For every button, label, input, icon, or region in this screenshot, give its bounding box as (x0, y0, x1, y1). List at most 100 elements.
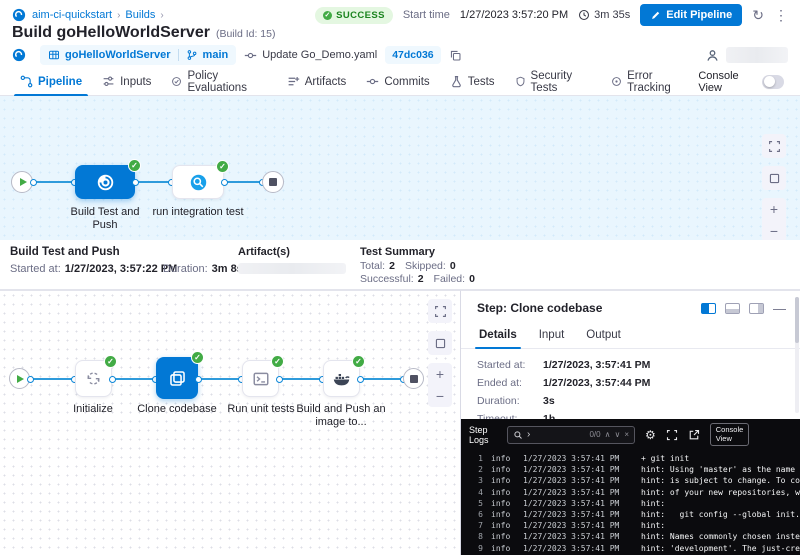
repo-branch-pill[interactable]: goHelloWorldServer main (40, 45, 236, 65)
terminal-icon (252, 370, 270, 388)
stage-node-run-integration-test[interactable]: ✓ (172, 165, 224, 199)
step-logs-title: Step Logs (469, 425, 499, 445)
success-check-icon: ✓ (216, 160, 229, 173)
console-view-toggle[interactable] (762, 75, 784, 89)
duration-label: Duration: (163, 263, 208, 275)
tab-security-tests[interactable]: Security Tests (505, 68, 602, 95)
tab-inputs[interactable]: Inputs (92, 68, 161, 95)
log-line: 6info1/27/2023 3:57:41 PMhint: git confi… (467, 509, 800, 520)
tab-details[interactable]: Details (469, 325, 527, 348)
log-line: 3info1/27/2023 3:57:41 PMhint: is subjec… (467, 475, 800, 486)
commits-icon (366, 75, 379, 88)
shield-icon (515, 75, 526, 88)
user-name-redacted (726, 47, 788, 63)
minimize-panel-icon[interactable]: — (773, 302, 786, 315)
breadcrumb-builds[interactable]: Builds (125, 9, 155, 21)
branch-name[interactable]: main (203, 49, 229, 61)
zoom-in-button[interactable]: + (428, 363, 452, 385)
prev-match-icon[interactable]: ∧ (605, 430, 611, 439)
commit-sha[interactable]: 47dc036 (385, 46, 440, 64)
tab-tests[interactable]: Tests (440, 68, 505, 95)
success-check-icon: ✓ (323, 11, 332, 20)
log-line: 4info1/27/2023 3:57:41 PMhint: of your n… (467, 487, 800, 498)
log-line: 2info1/27/2023 3:57:41 PMhint: Using 'ma… (467, 464, 800, 475)
more-menu-button[interactable]: ⋮ (774, 8, 788, 22)
log-settings-gear-icon[interactable]: ⚙ (645, 428, 656, 442)
step-logs-console: Step Logs › 0/0 ∧ ∨ × ⚙ Console (461, 419, 800, 555)
step-node-build-and-push-image[interactable]: ✓ (323, 360, 360, 397)
repository-icon (48, 49, 60, 61)
step-node-label[interactable]: Build and Push an image to... (291, 403, 391, 429)
user-icon (705, 48, 720, 63)
tab-policy-evaluations[interactable]: Policy Evaluations (161, 68, 276, 95)
layout-right-view-icon[interactable] (749, 303, 764, 314)
pipeline-icon (20, 75, 33, 88)
build-page: aim-ci-quickstart › Builds › ✓ SUCCESS S… (0, 0, 800, 555)
stage-node-label[interactable]: run integration test (152, 206, 244, 219)
artifact-link-redacted[interactable] (238, 263, 346, 274)
panel-scrollbar[interactable] (795, 297, 799, 413)
fullscreen-button[interactable] (428, 299, 452, 323)
layout-bottom-view-icon[interactable] (725, 303, 740, 314)
search-prompt: › (527, 429, 530, 440)
step-end-node (403, 368, 424, 389)
layout-split-view-icon[interactable] (701, 303, 716, 314)
step-link (199, 378, 241, 380)
stage-node-label[interactable]: Build Test and Push (60, 206, 150, 232)
search-icon (513, 430, 523, 440)
start-time-label: Start time (403, 9, 450, 21)
refresh-button[interactable]: ↻ (752, 8, 764, 22)
log-fullscreen-icon[interactable] (666, 429, 678, 441)
initialize-sync-icon (85, 370, 102, 387)
tab-commits[interactable]: Commits (356, 68, 439, 95)
status-badge: ✓ SUCCESS (315, 7, 393, 24)
zoom-out-button[interactable]: − (428, 385, 452, 407)
tab-artifacts[interactable]: Artifacts (277, 68, 357, 95)
copy-icon[interactable] (449, 49, 462, 62)
step-link (280, 378, 322, 380)
field-ended-at: Ended at: 1/27/2023, 3:57:44 PM (477, 377, 784, 389)
commit-message[interactable]: Update Go_Demo.yaml (244, 49, 377, 62)
fit-to-screen-button[interactable] (762, 166, 786, 190)
next-match-icon[interactable]: ∨ (614, 430, 620, 439)
tab-error-tracking[interactable]: Error Tracking (601, 68, 698, 95)
commit-icon (244, 49, 257, 62)
repo-name[interactable]: goHelloWorldServer (65, 49, 171, 61)
edit-pipeline-button[interactable]: Edit Pipeline (640, 4, 742, 26)
page-title: Build goHelloWorldServer (12, 24, 210, 42)
step-graph-canvas[interactable]: ✓ ✓ ✓ ✓ Initialize Clone codebase Run un… (0, 290, 460, 555)
stage-node-build-test-and-push[interactable]: ✓ (75, 165, 135, 199)
integration-test-icon (189, 173, 208, 192)
breadcrumb-separator: › (160, 10, 163, 21)
stop-icon (269, 178, 277, 186)
tab-pipeline[interactable]: Pipeline (10, 68, 92, 95)
zoom-in-button[interactable]: + (762, 198, 786, 220)
fullscreen-button[interactable] (762, 134, 786, 158)
stage-details-strip: Build Test and Push Started at: 1/27/202… (0, 240, 800, 290)
step-node-initialize[interactable]: ✓ (75, 360, 112, 397)
step-panel-tabs: Details Input Output (461, 319, 800, 349)
tab-output[interactable]: Output (576, 325, 631, 348)
clock-icon (578, 9, 590, 21)
log-search-input[interactable]: › 0/0 ∧ ∨ × (507, 426, 635, 444)
stage-graph-canvas[interactable]: ✓ ✓ Build Test and Push run integration … (0, 96, 800, 240)
log-lines[interactable]: 1info1/27/2023 3:57:41 PM+ git init 2inf… (461, 448, 800, 554)
open-in-new-icon[interactable] (688, 429, 700, 441)
log-line: 1info1/27/2023 3:57:41 PM+ git init (467, 453, 800, 464)
breadcrumb-project[interactable]: aim-ci-quickstart (32, 9, 112, 21)
docker-icon (332, 369, 351, 388)
step-node-label[interactable]: Initialize (53, 403, 133, 416)
step-node-label[interactable]: Clone codebase (132, 403, 222, 416)
fit-to-screen-button[interactable] (428, 331, 452, 355)
step-node-clone-codebase[interactable]: ✓ (156, 357, 198, 399)
success-check-icon: ✓ (104, 355, 117, 368)
tab-input[interactable]: Input (529, 325, 575, 348)
clone-codebase-icon (168, 369, 187, 388)
console-view-button[interactable]: Console View (710, 423, 750, 446)
log-line: 9info1/27/2023 3:57:41 PMhint: 'developm… (467, 543, 800, 554)
ci-module-icon (12, 48, 26, 62)
zoom-out-button[interactable]: − (762, 220, 786, 242)
clear-search-icon[interactable]: × (624, 430, 629, 439)
step-node-run-unit-tests[interactable]: ✓ (242, 360, 279, 397)
pencil-icon (650, 10, 661, 21)
